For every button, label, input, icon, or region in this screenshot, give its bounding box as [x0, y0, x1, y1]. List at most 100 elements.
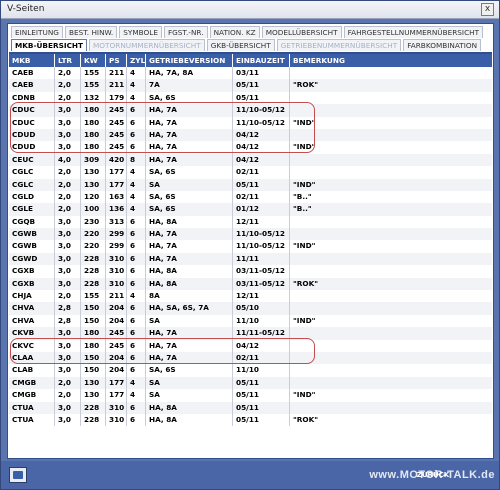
table-row[interactable]: CGLC 2,0 130 177 4 SA 05/11 "IND": [9, 178, 492, 191]
tab-einleitung[interactable]: EINLEITUNG: [11, 26, 63, 38]
cell-ps: 177: [106, 389, 127, 402]
table-row[interactable]: CGWB 3,0 220 299 6 HA, 7A 11/10-05/12 "IND": [9, 240, 492, 253]
table-row[interactable]: CHVA 2,8 150 204 6 HA, SA, 6S, 7A 05/10: [9, 302, 492, 315]
table-row[interactable]: CDNB 2,0 132 179 4 SA, 6S 05/11: [9, 91, 492, 105]
close-button[interactable]: x: [481, 3, 494, 16]
table-row[interactable]: CLAB 3,0 150 204 6 SA, 6S 11/10: [9, 364, 492, 377]
cell-ps: 245: [106, 128, 127, 142]
table-row[interactable]: CMGB 2,0 130 177 4 SA 05/11 "IND": [9, 389, 492, 402]
cell-ps: 179: [106, 91, 127, 105]
tab-nation-kz[interactable]: NATION. KZ: [209, 26, 260, 38]
cell-einbauzeit: 05/11: [233, 389, 290, 402]
cell-kw: 150: [81, 364, 106, 377]
cell-bemerkung: [290, 265, 492, 277]
table-row[interactable]: CGXB 3,0 228 310 6 HA, 8A 03/11-05/12: [9, 265, 492, 278]
table-row[interactable]: CGWB 3,0 220 299 6 HA, 7A 11/10-05/12: [9, 228, 492, 241]
cell-zyl: 6: [127, 228, 146, 241]
tab-farbkombination[interactable]: FARBKOMBINATION: [403, 39, 482, 51]
table-row[interactable]: CHVA 2,8 150 204 6 SA 11/10 "IND": [9, 314, 492, 328]
column-header-ps[interactable]: PS: [106, 54, 127, 67]
table-row[interactable]: CAEB 2,0 155 211 4 HA, 7A, 8A 03/11: [9, 67, 492, 80]
table-row[interactable]: CGLC 2,0 130 177 4 SA, 6S 02/11: [9, 166, 492, 179]
cell-ltr: 2,0: [55, 67, 81, 80]
cell-ps: 245: [106, 339, 127, 352]
cell-einbauzeit: 04/12: [233, 141, 290, 154]
content-panel: EINLEITUNG BEST. HINW. SYMBOLE FGST.-NR. NAT…: [7, 23, 494, 459]
table-row[interactable]: CDUD 3,0 180 245 6 HA, 7A 04/12: [9, 128, 492, 142]
cell-zyl: 4: [127, 290, 146, 303]
table-row[interactable]: CDUC 3,0 180 245 6 HA, 7A 11/10-05/12: [9, 104, 492, 117]
cell-ps: 245: [106, 116, 127, 129]
tab-best-hinw[interactable]: BEST. HINW.: [64, 26, 118, 38]
table-row[interactable]: CGWD 3,0 228 310 6 HA, 7A 11/11: [9, 252, 492, 266]
cell-kw: 130: [81, 178, 106, 191]
cell-mkb: CGLC: [9, 178, 55, 191]
cell-mkb: CLAA: [9, 351, 55, 365]
table-row[interactable]: CDUD 3,0 180 245 6 HA, 7A 04/12 "IND": [9, 141, 492, 154]
table-row[interactable]: CHJA 2,0 155 211 4 8A 12/11: [9, 290, 492, 303]
cell-einbauzeit: 03/11-05/12: [233, 277, 290, 291]
cell-zyl: 6: [127, 240, 146, 253]
table-row[interactable]: CGQB 3,0 230 313 6 HA, 8A 12/11: [9, 215, 492, 229]
tab-modell-bersicht[interactable]: MODELLÜBERSICHT: [261, 26, 342, 38]
cell-kw: 132: [81, 91, 106, 105]
column-header-ltr[interactable]: LTR: [55, 54, 81, 67]
cell-ps: 310: [106, 401, 127, 414]
tab-getriebenummern-bersicht[interactable]: GETRIEBENUMMERNÜBERSICHT: [276, 39, 402, 51]
table-row[interactable]: CTUA 3,0 228 310 6 HA, 8A 05/11 "ROK": [9, 413, 492, 427]
cell-bemerkung: "B..": [293, 191, 312, 201]
table-row[interactable]: CAEB 2,0 155 211 4 7A 05/11 "ROK": [9, 79, 492, 92]
cell-mkb: CKVC: [9, 339, 55, 352]
table-row[interactable]: CMGB 2,0 130 177 4 SA 05/11: [9, 376, 492, 390]
column-header-getriebeversion[interactable]: GETRIEBEVERSION: [146, 54, 233, 67]
column-header-zyl[interactable]: ZYL: [127, 54, 146, 67]
tab-row-bottom: MKB-ÜBERSICHT MOTORNUMMERNÜBERSICHT GKB-ÜB…: [11, 39, 483, 52]
cell-kw: 228: [81, 252, 106, 266]
cell-kw: 130: [81, 389, 106, 402]
cell-getriebeversion: SA: [146, 314, 233, 328]
column-header-kw[interactable]: KW: [81, 54, 106, 67]
table-body[interactable]: CAEB 2,0 155 211 4 HA, 7A, 8A 03/11 CAEB 2,0 155 2…: [9, 67, 492, 427]
cell-einbauzeit: 02/11: [233, 351, 290, 365]
cell-kw: 150: [81, 314, 106, 328]
column-header-mkb[interactable]: MKB: [9, 54, 55, 67]
cell-einbauzeit: 12/11: [233, 215, 290, 229]
tab-symbole[interactable]: SYMBOLE: [119, 26, 162, 38]
table-row[interactable]: CTUA 3,0 228 310 6 HA, 8A 05/11: [9, 401, 492, 414]
cell-zyl: 6: [127, 302, 146, 315]
table-row[interactable]: CDUC 3,0 180 245 6 HA, 7A 11/10-05/12 "IND": [9, 116, 492, 129]
tab-motornummern-bersicht[interactable]: MOTORNUMMERNÜBERSICHT: [89, 39, 205, 51]
cell-ps: 204: [106, 351, 127, 365]
cell-ps: 245: [106, 104, 127, 117]
cell-kw: 180: [81, 116, 106, 129]
printer-icon[interactable]: [9, 467, 27, 483]
table-row[interactable]: CLAA 3,0 150 204 6 HA, 7A 02/11: [9, 351, 492, 365]
cell-zyl: 8: [127, 153, 146, 167]
tab-mkb-bersicht[interactable]: MKB-ÜBERSICHT: [11, 39, 88, 51]
cell-kw: 150: [81, 351, 106, 365]
tab-fgst-nr[interactable]: FGST.-NR.: [163, 26, 208, 38]
cell-zyl: 4: [127, 190, 146, 204]
column-header-einbauzeit[interactable]: EINBAUZEIT: [233, 54, 290, 67]
cell-einbauzeit: 04/12: [233, 339, 290, 352]
table-row[interactable]: CKVC 3,0 180 245 6 HA, 7A 04/12: [9, 339, 492, 352]
table-row[interactable]: CEUC 4,0 309 420 8 HA, 7A 04/12: [9, 153, 492, 167]
cell-bemerkung: [290, 402, 492, 414]
cell-kw: 220: [81, 228, 106, 241]
column-header-bemerkung[interactable]: BEMERKUNG: [290, 54, 492, 67]
table-row[interactable]: CGLE 2,0 100 136 4 SA, 6S 01/12 "B..": [9, 203, 492, 216]
tab-gkb-bersicht[interactable]: GKB-ÜBERSICHT: [206, 39, 275, 51]
cell-zyl: 6: [127, 128, 146, 142]
cell-getriebeversion: 8A: [146, 290, 233, 303]
table-row[interactable]: CGLD 2,0 120 163 4 SA, 6S 02/11 "B..": [9, 190, 492, 204]
cell-mkb: CLAB: [9, 364, 55, 377]
table-row[interactable]: CKVB 3,0 180 245 6 HA, 7A 11/11-05/12: [9, 327, 492, 340]
cell-ps: 204: [106, 302, 127, 315]
cell-einbauzeit: 11/11: [233, 252, 290, 266]
cell-einbauzeit: 04/12: [233, 153, 290, 167]
table-row[interactable]: CGXB 3,0 228 310 6 HA, 8A 03/11-05/12 "ROK": [9, 277, 492, 291]
cell-einbauzeit: 04/12: [233, 128, 290, 142]
cell-ltr: 3,0: [55, 228, 81, 241]
tab-fahrgestellnummern-bersicht[interactable]: FAHRGESTELLNUMMERNÜBERSICHT: [343, 26, 484, 38]
cell-getriebeversion: HA, 7A: [146, 128, 233, 142]
